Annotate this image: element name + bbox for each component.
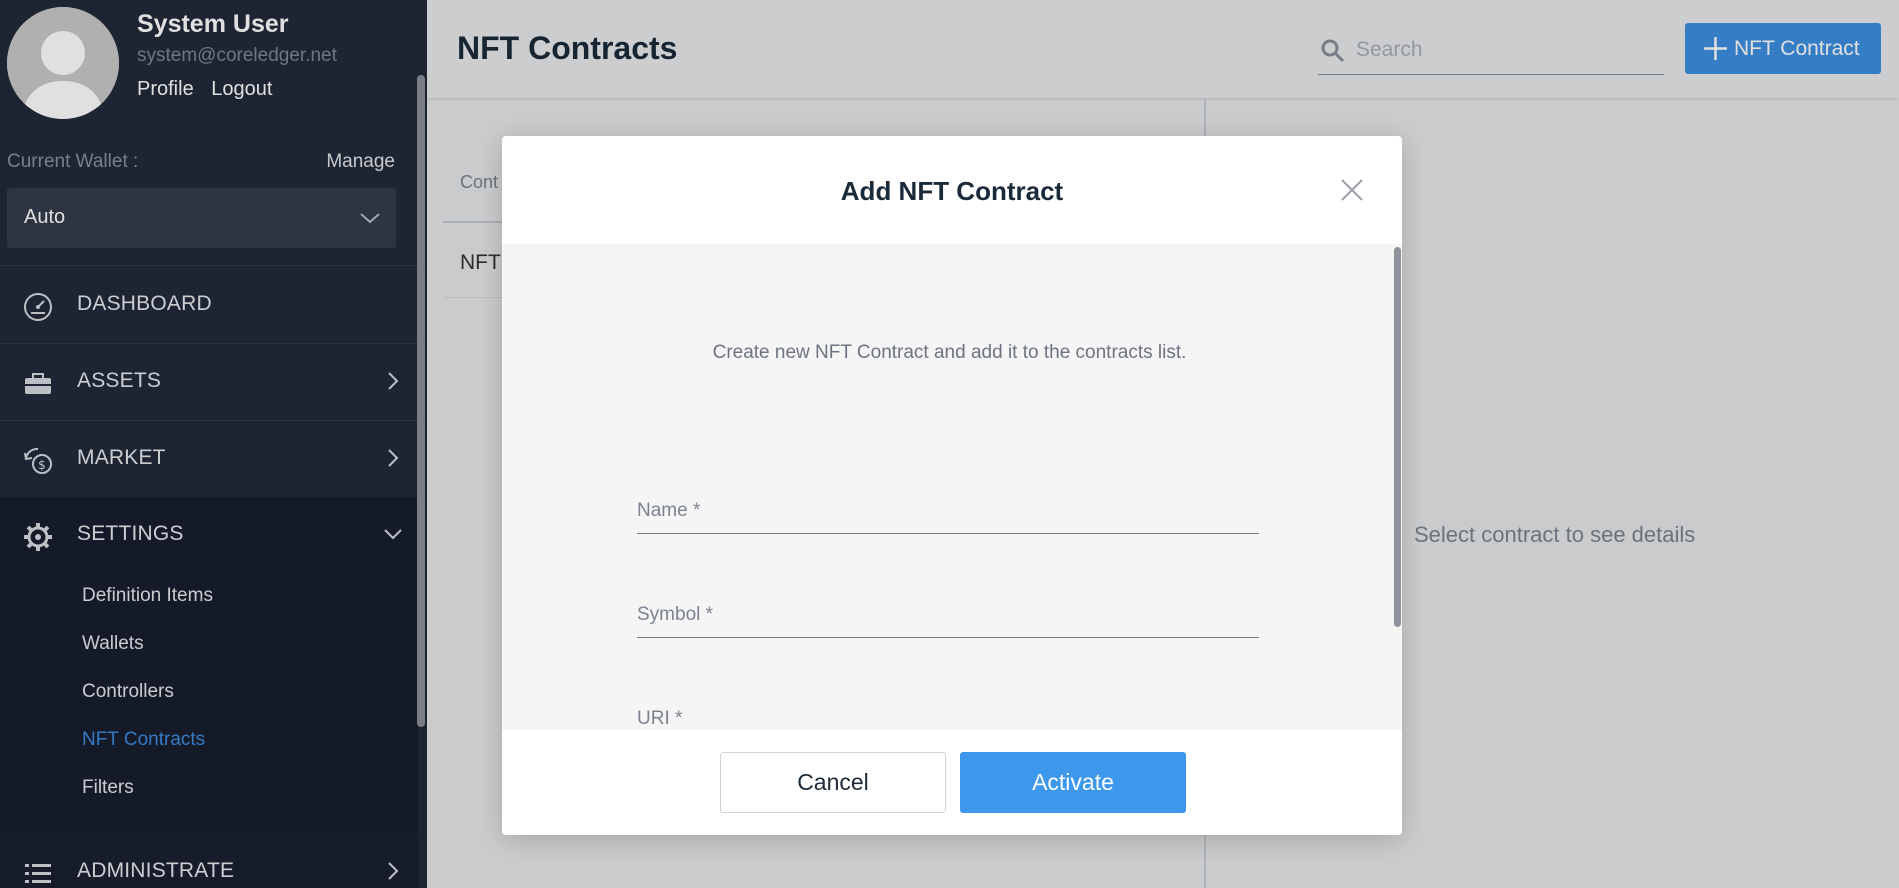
add-nft-contract-dialog: Add NFT Contract Create new NFT Contract…	[502, 136, 1402, 835]
uri-field	[637, 694, 1259, 730]
name-field	[637, 486, 1259, 534]
close-icon[interactable]	[1338, 176, 1366, 204]
name-input[interactable]	[637, 496, 1257, 526]
uri-input[interactable]	[637, 704, 1257, 730]
symbol-input[interactable]	[637, 600, 1257, 630]
dialog-description: Create new NFT Contract and add it to th…	[712, 342, 1187, 363]
symbol-field	[637, 590, 1259, 638]
activate-button[interactable]: Activate	[960, 752, 1186, 813]
dialog-body: Create new NFT Contract and add it to th…	[502, 244, 1402, 730]
dialog-scrollbar[interactable]	[1394, 247, 1401, 627]
dialog-title: Add NFT Contract	[840, 176, 1064, 206]
cancel-button[interactable]: Cancel	[720, 752, 946, 813]
dialog-footer: Cancel Activate	[502, 730, 1402, 835]
